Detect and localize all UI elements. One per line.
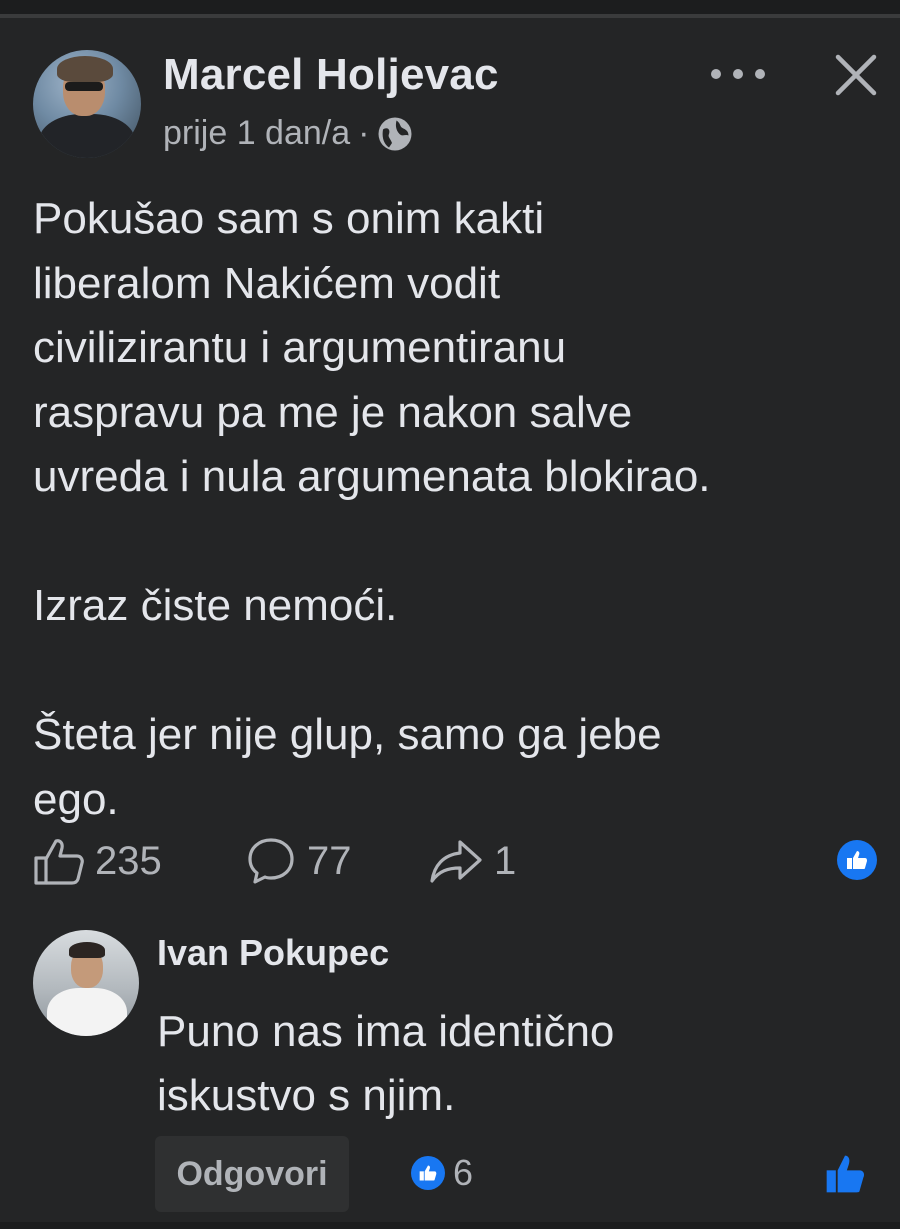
comment-count: 77 bbox=[307, 838, 352, 883]
post-author-name[interactable]: Marcel Holjevac bbox=[163, 50, 499, 100]
commenter-avatar[interactable] bbox=[33, 930, 139, 1036]
author-avatar[interactable] bbox=[33, 50, 141, 158]
post-actions: 235 77 1 bbox=[33, 828, 883, 888]
like-reaction-icon[interactable] bbox=[837, 840, 877, 880]
meta-separator: · bbox=[358, 114, 370, 152]
share-icon bbox=[430, 840, 482, 883]
like-count: 235 bbox=[95, 838, 162, 883]
dot-icon bbox=[711, 69, 721, 79]
close-icon[interactable] bbox=[833, 52, 879, 98]
comment-text: Puno nas ima identično iskustvo s njim. bbox=[157, 1007, 615, 1120]
avatar-shirt-shape bbox=[47, 988, 127, 1036]
bottom-strip bbox=[0, 1222, 900, 1229]
dot-icon bbox=[733, 69, 743, 79]
top-bar bbox=[0, 0, 900, 18]
share-button[interactable]: 1 bbox=[428, 836, 516, 886]
avatar-hair-shape bbox=[69, 942, 105, 958]
avatar-body-shape bbox=[39, 114, 135, 158]
post-time[interactable]: prije 1 dan/a bbox=[163, 114, 350, 153]
more-options-button[interactable] bbox=[711, 62, 765, 86]
reply-button[interactable]: Odgovori bbox=[155, 1136, 349, 1212]
avatar-glasses-shape bbox=[65, 82, 103, 91]
thumbs-up-icon bbox=[34, 839, 84, 885]
comment-like-icon[interactable] bbox=[823, 1152, 867, 1196]
comment-reaction-count: 6 bbox=[453, 1152, 474, 1193]
post-text: Pokušao sam s onim kakti liberalom Nakić… bbox=[33, 194, 711, 824]
like-reaction-icon bbox=[411, 1156, 445, 1190]
like-button[interactable]: 235 bbox=[33, 836, 162, 886]
share-count: 1 bbox=[494, 838, 517, 883]
post-meta: prije 1 dan/a · bbox=[163, 114, 413, 153]
comment-reactions[interactable]: 6 bbox=[411, 1152, 473, 1194]
globe-icon[interactable] bbox=[377, 116, 413, 152]
thumbs-up-icon bbox=[847, 851, 867, 869]
top-divider bbox=[0, 14, 900, 18]
post-header: Marcel Holjevac prije 1 dan/a · bbox=[33, 50, 883, 170]
comment-icon bbox=[248, 838, 294, 884]
avatar-hair-shape bbox=[57, 56, 113, 82]
comment-button[interactable]: 77 bbox=[245, 836, 352, 886]
thumbs-up-icon bbox=[419, 1165, 437, 1181]
commenter-name[interactable]: Ivan Pokupec bbox=[157, 932, 389, 974]
comment-item: Ivan Pokupec Puno nas ima identično isku… bbox=[33, 930, 883, 1212]
dot-icon bbox=[755, 69, 765, 79]
